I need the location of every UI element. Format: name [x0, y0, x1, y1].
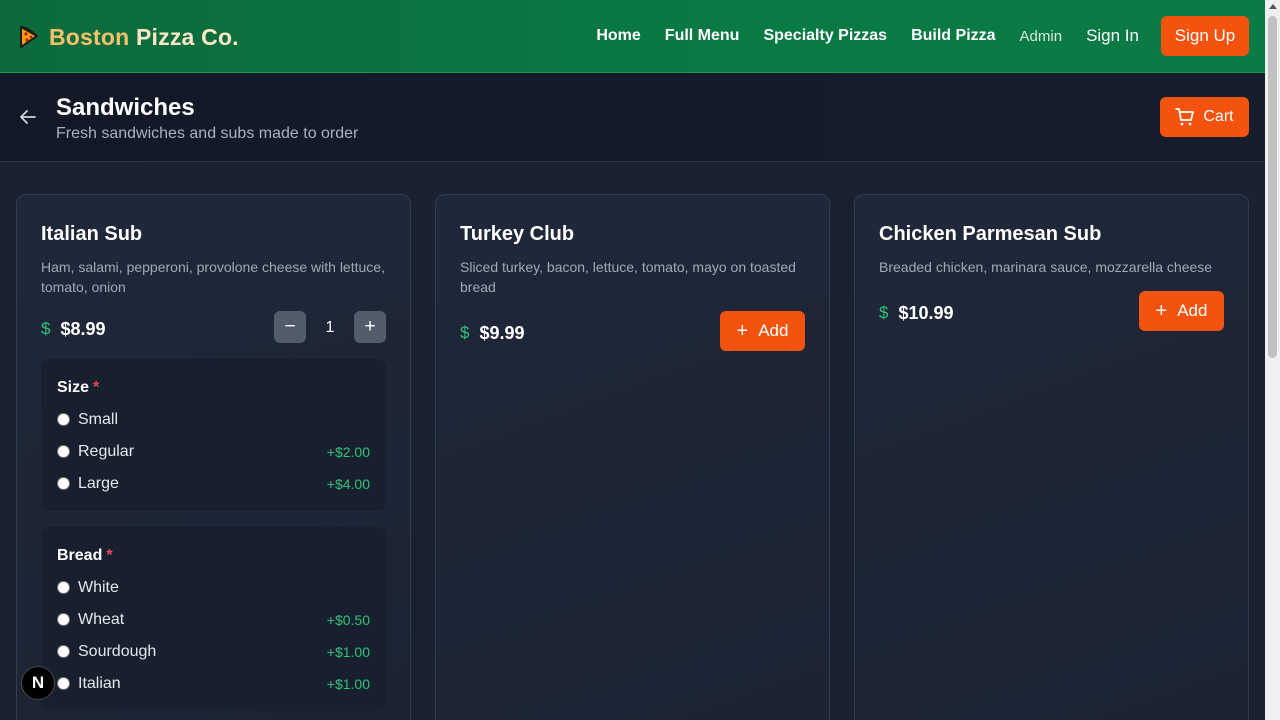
menu-item-card-turkey-club: Turkey Club Sliced turkey, bacon, lettuc…: [435, 194, 830, 720]
add-to-cart-button[interactable]: + Add: [720, 311, 805, 351]
cart-button[interactable]: Cart: [1160, 97, 1249, 137]
option-price: +$0.50: [326, 612, 370, 628]
item-description: Breaded chicken, marinara sauce, mozzare…: [879, 259, 1213, 275]
nav-build-pizza[interactable]: Build Pizza: [911, 27, 995, 45]
option-group-title: Bread *: [57, 547, 113, 565]
option-row[interactable]: Italian +$1.00: [57, 673, 370, 695]
nav-home[interactable]: Home: [596, 27, 640, 45]
option-row[interactable]: Sourdough +$1.00: [57, 641, 370, 663]
item-description: Sliced turkey, bacon, lettuce, tomato, m…: [460, 259, 796, 295]
item-price: $8.99: [60, 318, 106, 339]
radio-button[interactable]: [57, 612, 70, 626]
top-navbar: Boston Pizza Co. Home Full Menu Specialt…: [0, 0, 1265, 73]
dollar-icon: $: [460, 323, 470, 342]
radio-button[interactable]: [57, 644, 70, 658]
option-group-label: Bread: [57, 547, 103, 564]
increase-quantity-button[interactable]: +: [354, 311, 386, 343]
brand-name-second: Pizza Co.: [136, 23, 239, 50]
scroll-up-arrow-icon[interactable]: [1269, 4, 1277, 9]
item-name: Turkey Club: [460, 223, 575, 245]
plus-icon: +: [1155, 300, 1168, 322]
option-price: +$1.00: [326, 644, 370, 660]
next-dev-indicator[interactable]: N: [21, 666, 55, 700]
option-row[interactable]: Large +$4.00: [57, 473, 370, 495]
item-description: Ham, salami, pepperoni, provolone cheese…: [41, 259, 385, 295]
option-group-size: Size * Small Regular +$2.00 Large +$4.00: [41, 359, 386, 511]
brand-logo[interactable]: Boston Pizza Co.: [18, 22, 239, 52]
nav-admin[interactable]: Admin: [1020, 28, 1063, 45]
option-row[interactable]: Regular +$2.00: [57, 441, 370, 463]
back-arrow-icon[interactable]: [18, 107, 38, 127]
menu-item-card-italian-sub: Italian Sub Ham, salami, pepperoni, prov…: [16, 194, 411, 720]
radio-button[interactable]: [57, 476, 70, 490]
option-label: Small: [78, 411, 119, 428]
add-label: Add: [1177, 301, 1208, 320]
option-price: +$4.00: [326, 476, 370, 492]
plus-icon: +: [736, 320, 749, 342]
add-label: Add: [758, 321, 789, 340]
dollar-icon: $: [41, 319, 51, 338]
price-row: $ $10.99: [879, 301, 954, 325]
option-price: +$1.00: [326, 676, 370, 692]
required-marker: *: [106, 547, 113, 564]
item-price: $9.99: [479, 322, 525, 343]
sign-up-button[interactable]: Sign Up: [1161, 16, 1249, 56]
page-title: Sandwiches: [56, 94, 195, 121]
option-price: +$2.00: [326, 444, 370, 460]
option-group-title: Size *: [57, 379, 99, 397]
scrollbar-thumb[interactable]: [1268, 16, 1277, 358]
option-label: Sourdough: [78, 643, 157, 660]
minus-icon: −: [284, 316, 296, 337]
vertical-scrollbar[interactable]: [1265, 0, 1280, 720]
brand-name-first: Boston: [49, 23, 130, 50]
radio-button[interactable]: [57, 444, 70, 458]
option-row[interactable]: Small: [57, 409, 370, 431]
next-logo-icon: N: [31, 673, 45, 692]
radio-button[interactable]: [57, 676, 70, 690]
plus-icon: +: [364, 316, 376, 337]
nav-full-menu[interactable]: Full Menu: [665, 27, 740, 45]
pizza-icon: [20, 26, 38, 48]
cart-icon: [1175, 108, 1195, 126]
option-label: Italian: [78, 675, 121, 692]
item-name: Italian Sub: [41, 223, 143, 245]
nav-links: Home Full Menu Specialty Pizzas Build Pi…: [572, 16, 1249, 56]
option-label: Wheat: [78, 611, 125, 628]
menu-item-card-chicken-parmesan-sub: Chicken Parmesan Sub Breaded chicken, ma…: [854, 194, 1249, 720]
radio-button[interactable]: [57, 412, 70, 426]
option-label: Regular: [78, 443, 135, 460]
option-row[interactable]: White: [57, 577, 370, 599]
option-group-bread: Bread * White Wheat +$0.50 Sourdough +$1.…: [41, 527, 386, 711]
page-header: Sandwiches Fresh sandwiches and subs mad…: [0, 73, 1265, 162]
quantity-value: 1: [325, 319, 335, 336]
option-group-label: Size: [57, 379, 90, 396]
item-name: Chicken Parmesan Sub: [879, 223, 1102, 245]
decrease-quantity-button[interactable]: −: [274, 311, 306, 343]
price-row: $ $8.99: [41, 317, 106, 341]
cart-label: Cart: [1203, 108, 1234, 125]
sign-in-button[interactable]: Sign In: [1086, 26, 1139, 46]
option-row[interactable]: Wheat +$0.50: [57, 609, 370, 631]
price-row: $ $9.99: [460, 321, 525, 345]
option-label: Large: [78, 475, 119, 492]
option-label: White: [78, 579, 119, 596]
nav-specialty-pizzas[interactable]: Specialty Pizzas: [763, 27, 887, 45]
dollar-icon: $: [879, 303, 889, 322]
item-price: $10.99: [898, 302, 954, 323]
radio-button[interactable]: [57, 580, 70, 594]
page-subtitle: Fresh sandwiches and subs made to order: [56, 125, 359, 142]
required-marker: *: [93, 379, 100, 396]
add-to-cart-button[interactable]: + Add: [1139, 291, 1224, 331]
